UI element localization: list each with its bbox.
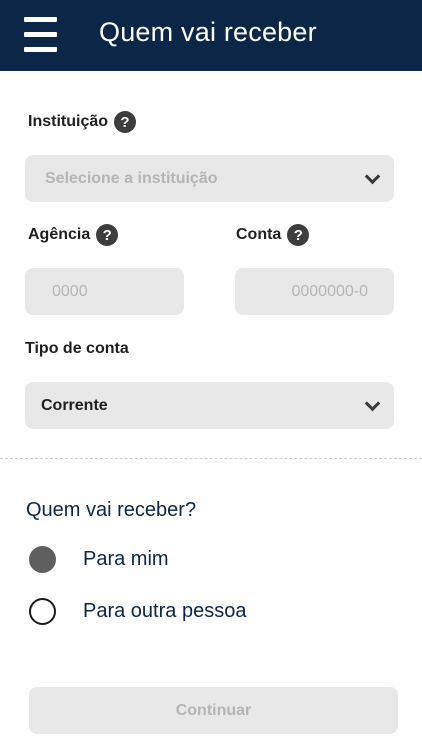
instituicao-label: Instituição ?: [28, 111, 137, 133]
recipient-question: Quem vai receber?: [26, 499, 197, 521]
help-icon[interactable]: ?: [114, 111, 137, 133]
conta-input[interactable]: 0000000-0: [235, 268, 394, 315]
radio-button-selected[interactable]: [29, 546, 56, 573]
agencia-placeholder: 0000: [52, 282, 88, 300]
instituicao-select[interactable]: Selecione a instituição: [25, 155, 394, 202]
section-divider: [0, 458, 422, 459]
app-header: Quem vai receber: [0, 0, 422, 71]
radio-option-para-outra-pessoa[interactable]: Para outra pessoa: [29, 598, 246, 625]
conta-label: Conta ?: [236, 224, 310, 246]
hamburger-menu-icon[interactable]: [24, 17, 57, 53]
agencia-label: Agência ?: [28, 224, 119, 246]
help-icon[interactable]: ?: [96, 224, 119, 246]
help-icon[interactable]: ?: [287, 224, 310, 246]
tipo-conta-value: Corrente: [41, 396, 108, 414]
radio-button[interactable]: [29, 598, 56, 625]
agencia-input[interactable]: 0000: [25, 268, 184, 315]
tipo-conta-select[interactable]: Corrente: [25, 382, 394, 429]
agencia-label-text: Agência: [28, 226, 91, 243]
instituicao-label-text: Instituição: [28, 113, 109, 130]
conta-label-text: Conta: [236, 226, 282, 243]
radio-option-para-mim[interactable]: Para mim: [29, 546, 169, 573]
radio-label: Para mim: [83, 548, 169, 570]
chevron-down-icon: [364, 395, 381, 411]
tipo-conta-label-text: Tipo de conta: [25, 340, 129, 357]
continue-button[interactable]: Continuar: [29, 687, 398, 734]
instituicao-placeholder: Selecione a instituição: [45, 169, 218, 187]
page-title: Quem vai receber: [99, 17, 317, 47]
radio-label: Para outra pessoa: [83, 600, 247, 622]
chevron-down-icon: [364, 168, 381, 184]
conta-placeholder: 0000000-0: [291, 282, 368, 300]
tipo-conta-label: Tipo de conta: [25, 340, 129, 358]
